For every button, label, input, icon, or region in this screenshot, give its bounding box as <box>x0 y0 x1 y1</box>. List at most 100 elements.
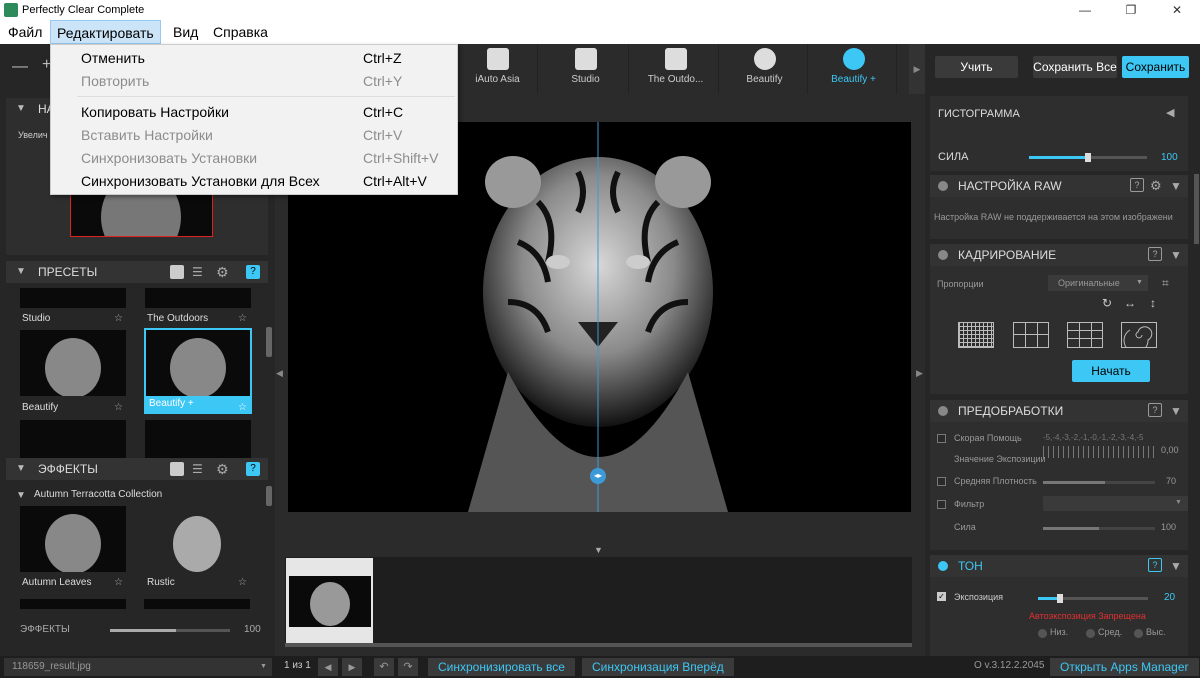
chevron-down-icon[interactable]: ▼ <box>1170 555 1182 577</box>
split-view-handle[interactable]: ◂▸ <box>590 468 606 484</box>
list-view-icon[interactable]: ☰ <box>192 458 203 480</box>
effect-label-rustic[interactable]: Rustic <box>147 577 175 588</box>
grid-view-icon[interactable] <box>170 462 184 476</box>
minimize-button[interactable]: — <box>1062 0 1108 20</box>
undo-icon[interactable]: ↶ <box>374 658 394 676</box>
star-icon[interactable]: ☆ <box>238 402 247 413</box>
start-crop-button[interactable]: Начать <box>1072 360 1150 382</box>
radio-high[interactable] <box>1134 629 1143 638</box>
gear-icon[interactable]: ⚙ <box>216 261 229 283</box>
menu-item-copy-settings[interactable]: Копировать Настройки Ctrl+C <box>51 101 457 124</box>
tool-studio[interactable]: Studio <box>543 44 629 94</box>
crop-icon[interactable]: ⌗ <box>1162 276 1169 291</box>
preset-label-beautify[interactable]: Beautify <box>22 402 58 413</box>
chevron-down-icon[interactable]: ▼ <box>1170 400 1182 422</box>
preset-thumb-beautify-plus[interactable]: Beautify + <box>144 328 252 414</box>
save-all-button[interactable]: Сохранить Все <box>1033 56 1117 78</box>
prev-image-button[interactable]: ◀ <box>318 658 338 676</box>
grid-view-icon[interactable] <box>170 265 184 279</box>
collapse-filmstrip-icon[interactable]: ▼ <box>594 545 603 555</box>
preset-thumb[interactable] <box>145 420 251 460</box>
toggle-icon[interactable] <box>938 250 948 260</box>
preset-label-outdoors[interactable]: The Outdoors <box>147 313 208 324</box>
gear-icon[interactable]: ⚙ <box>216 458 229 480</box>
menu-help[interactable]: Справка <box>207 20 274 44</box>
grid-nine-icon[interactable] <box>1067 322 1103 348</box>
effects-scrollbar[interactable] <box>266 486 272 506</box>
preset-thumb-beautify[interactable] <box>20 330 126 396</box>
star-icon[interactable]: ☆ <box>114 313 123 324</box>
tool-iauto-asia[interactable]: iAuto Asia <box>458 44 538 94</box>
quick-help-checkbox[interactable] <box>937 434 946 443</box>
restore-button[interactable]: ❐ <box>1108 0 1154 20</box>
star-icon[interactable]: ☆ <box>114 577 123 588</box>
filmstrip-item[interactable] <box>286 558 373 646</box>
sync-forward-button[interactable]: Синхронизация Вперёд <box>582 658 734 676</box>
menu-edit[interactable]: Редактировать <box>50 20 161 44</box>
filter-select[interactable]: ▼ <box>1043 496 1188 511</box>
chevron-down-icon[interactable]: ▼ <box>1170 244 1182 266</box>
file-select[interactable]: 118659_result.jpg ▼ <box>4 658 272 676</box>
help-icon[interactable]: ? <box>1130 178 1144 192</box>
collapse-icon[interactable]: ▼ <box>16 261 26 283</box>
next-image-button[interactable]: ▶ <box>342 658 362 676</box>
collapse-icon[interactable]: ▼ <box>16 98 26 120</box>
proportions-select[interactable]: Оригинальные ▼ <box>1048 275 1148 291</box>
preset-label-beautify-plus[interactable]: Beautify + <box>146 396 250 412</box>
histogram-toggle-icon[interactable]: ◀ <box>1166 106 1174 119</box>
gear-icon[interactable]: ⚙ <box>1150 175 1162 197</box>
collection-collapse-icon[interactable]: ▼ <box>16 490 26 501</box>
preset-thumb[interactable] <box>20 420 126 460</box>
exposure-checkbox[interactable]: ✓ <box>937 592 946 601</box>
menu-file[interactable]: Файл <box>2 20 48 44</box>
filter-checkbox[interactable] <box>937 500 946 509</box>
preset-label-studio[interactable]: Studio <box>22 313 50 324</box>
effect-thumb[interactable] <box>20 599 126 609</box>
preset-thumb[interactable] <box>20 288 126 308</box>
collapse-left-icon[interactable]: ◀ <box>276 368 283 379</box>
collapse-icon[interactable]: ▼ <box>16 458 26 480</box>
menu-item-sync-all[interactable]: Синхронизовать Установки для Всех Ctrl+A… <box>51 170 457 193</box>
sync-all-button[interactable]: Синхронизировать все <box>428 658 575 676</box>
exposure-slider[interactable] <box>1038 597 1148 600</box>
menu-item-undo[interactable]: Отменить Ctrl+Z <box>51 47 457 70</box>
menu-view[interactable]: Вид <box>167 20 204 44</box>
filter-strength-slider[interactable] <box>1043 527 1155 530</box>
tool-beautify-plus[interactable]: Beautify + <box>811 44 897 94</box>
radio-low[interactable] <box>1038 629 1047 638</box>
tool-beautify[interactable]: Beautify <box>722 44 808 94</box>
help-icon[interactable]: ? <box>246 462 260 476</box>
preset-thumb[interactable] <box>145 288 251 308</box>
mid-density-slider[interactable] <box>1043 481 1155 484</box>
toggle-icon[interactable] <box>938 561 948 571</box>
grid-fine-icon[interactable] <box>958 322 994 348</box>
presets-scrollbar[interactable] <box>266 327 272 357</box>
save-button[interactable]: Сохранить <box>1122 56 1189 78</box>
strength-slider-knob[interactable] <box>1085 153 1091 162</box>
toolbar-scroll-right-icon[interactable]: ▶ <box>909 44 925 94</box>
apply-button[interactable]: Учить <box>935 56 1018 78</box>
flip-horizontal-icon[interactable]: ↔ <box>1124 296 1136 310</box>
chevron-down-icon[interactable]: ▼ <box>1170 175 1182 197</box>
effects-strength-slider[interactable] <box>110 629 230 632</box>
mid-density-checkbox[interactable] <box>937 477 946 486</box>
exposure-slider-knob[interactable] <box>1057 594 1063 603</box>
flip-vertical-icon[interactable]: ↕ <box>1150 296 1156 310</box>
golden-spiral-icon[interactable] <box>1121 322 1157 353</box>
effect-thumb[interactable] <box>144 599 250 609</box>
help-icon[interactable]: ? <box>1148 558 1162 572</box>
rotate-icon[interactable]: ↻ <box>1102 296 1112 310</box>
help-icon[interactable]: ? <box>246 265 260 279</box>
apps-manager-button[interactable]: Открыть Apps Manager <box>1050 658 1199 676</box>
toggle-icon[interactable] <box>938 406 948 416</box>
star-icon[interactable]: ☆ <box>238 313 247 324</box>
help-icon[interactable]: ? <box>1148 403 1162 417</box>
redo-icon[interactable]: ↷ <box>398 658 418 676</box>
effect-label-autumn-leaves[interactable]: Autumn Leaves <box>22 577 92 588</box>
collapse-right-icon[interactable]: ▶ <box>916 368 923 379</box>
help-icon[interactable]: ? <box>1148 247 1162 261</box>
exposure-ruler[interactable] <box>1043 446 1155 458</box>
radio-medium[interactable] <box>1086 629 1095 638</box>
zoom-out-button[interactable]: — <box>12 58 28 76</box>
tool-outdoors[interactable]: The Outdo... <box>633 44 719 94</box>
